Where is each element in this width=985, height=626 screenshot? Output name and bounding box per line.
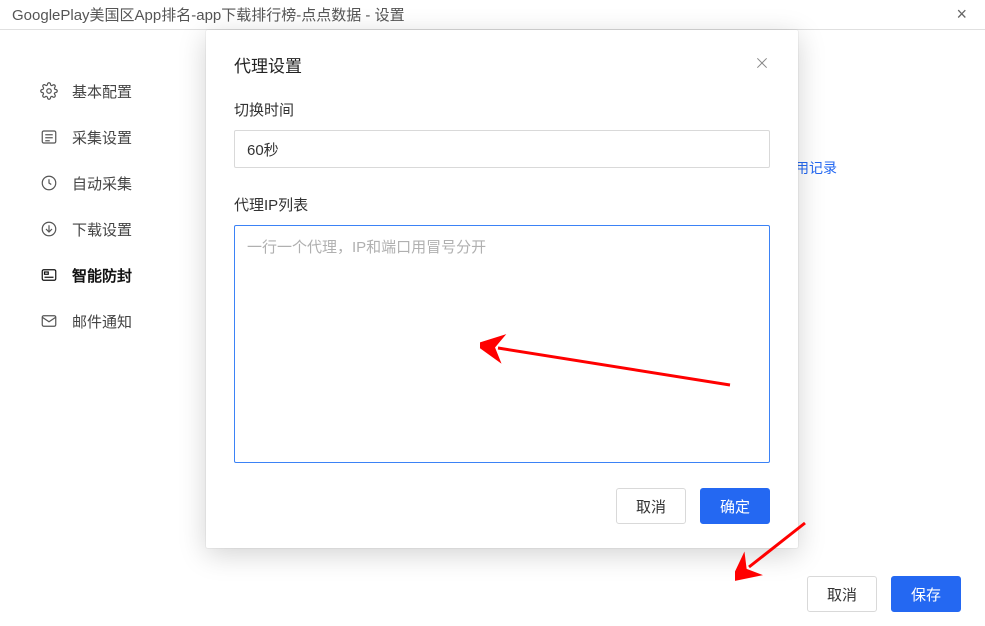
switch-time-group: 切换时间: [234, 99, 770, 168]
proxy-list-label: 代理IP列表: [234, 194, 770, 215]
modal-title: 代理设置: [234, 52, 302, 77]
modal-cancel-button[interactable]: 取消: [616, 488, 686, 524]
sidebar-item-label: 采集设置: [72, 127, 132, 148]
page-cancel-button[interactable]: 取消: [807, 576, 877, 612]
sidebar-item-label: 邮件通知: [72, 311, 132, 332]
sidebar-item-basic-config[interactable]: 基本配置: [0, 68, 194, 114]
proxy-settings-modal: 代理设置 切换时间 代理IP列表 取消 确定: [206, 30, 798, 548]
sidebar-item-mail-notify[interactable]: 邮件通知: [0, 298, 194, 344]
settings-sidebar: 基本配置 采集设置 自动采集 下载设置 智能防封: [0, 30, 195, 626]
sidebar-item-collect-settings[interactable]: 采集设置: [0, 114, 194, 160]
sidebar-item-label: 下载设置: [72, 219, 132, 240]
modal-body: 切换时间 代理IP列表: [206, 99, 798, 466]
modal-header: 代理设置: [206, 30, 798, 99]
sidebar-item-label: 智能防封: [72, 265, 132, 286]
proxy-list-textarea[interactable]: [234, 225, 770, 463]
modal-footer: 取消 确定: [206, 466, 798, 528]
usage-log-link[interactable]: 用记录: [795, 158, 837, 178]
proxy-list-group: 代理IP列表: [234, 194, 770, 466]
list-icon: [40, 128, 58, 146]
modal-confirm-button[interactable]: 确定: [700, 488, 770, 524]
shield-icon: [40, 266, 58, 284]
download-icon: [40, 220, 58, 238]
window-close-button[interactable]: ×: [950, 4, 973, 25]
sidebar-item-label: 自动采集: [72, 173, 132, 194]
switch-time-label: 切换时间: [234, 99, 770, 120]
modal-close-button[interactable]: [754, 55, 770, 75]
window-titlebar: GooglePlay美国区App排名-app下载排行榜-点点数据 - 设置 ×: [0, 0, 985, 30]
refresh-icon: [40, 174, 58, 192]
window-title: GooglePlay美国区App排名-app下载排行榜-点点数据 - 设置: [12, 4, 405, 25]
sidebar-item-smart-block[interactable]: 智能防封: [0, 252, 194, 298]
switch-time-input[interactable]: [234, 130, 770, 168]
sidebar-item-auto-collect[interactable]: 自动采集: [0, 160, 194, 206]
mail-icon: [40, 312, 58, 330]
page-footer-buttons: 取消 保存: [807, 576, 961, 612]
page-save-button[interactable]: 保存: [891, 576, 961, 612]
gear-icon: [40, 82, 58, 100]
sidebar-item-label: 基本配置: [72, 81, 132, 102]
sidebar-item-download-settings[interactable]: 下载设置: [0, 206, 194, 252]
